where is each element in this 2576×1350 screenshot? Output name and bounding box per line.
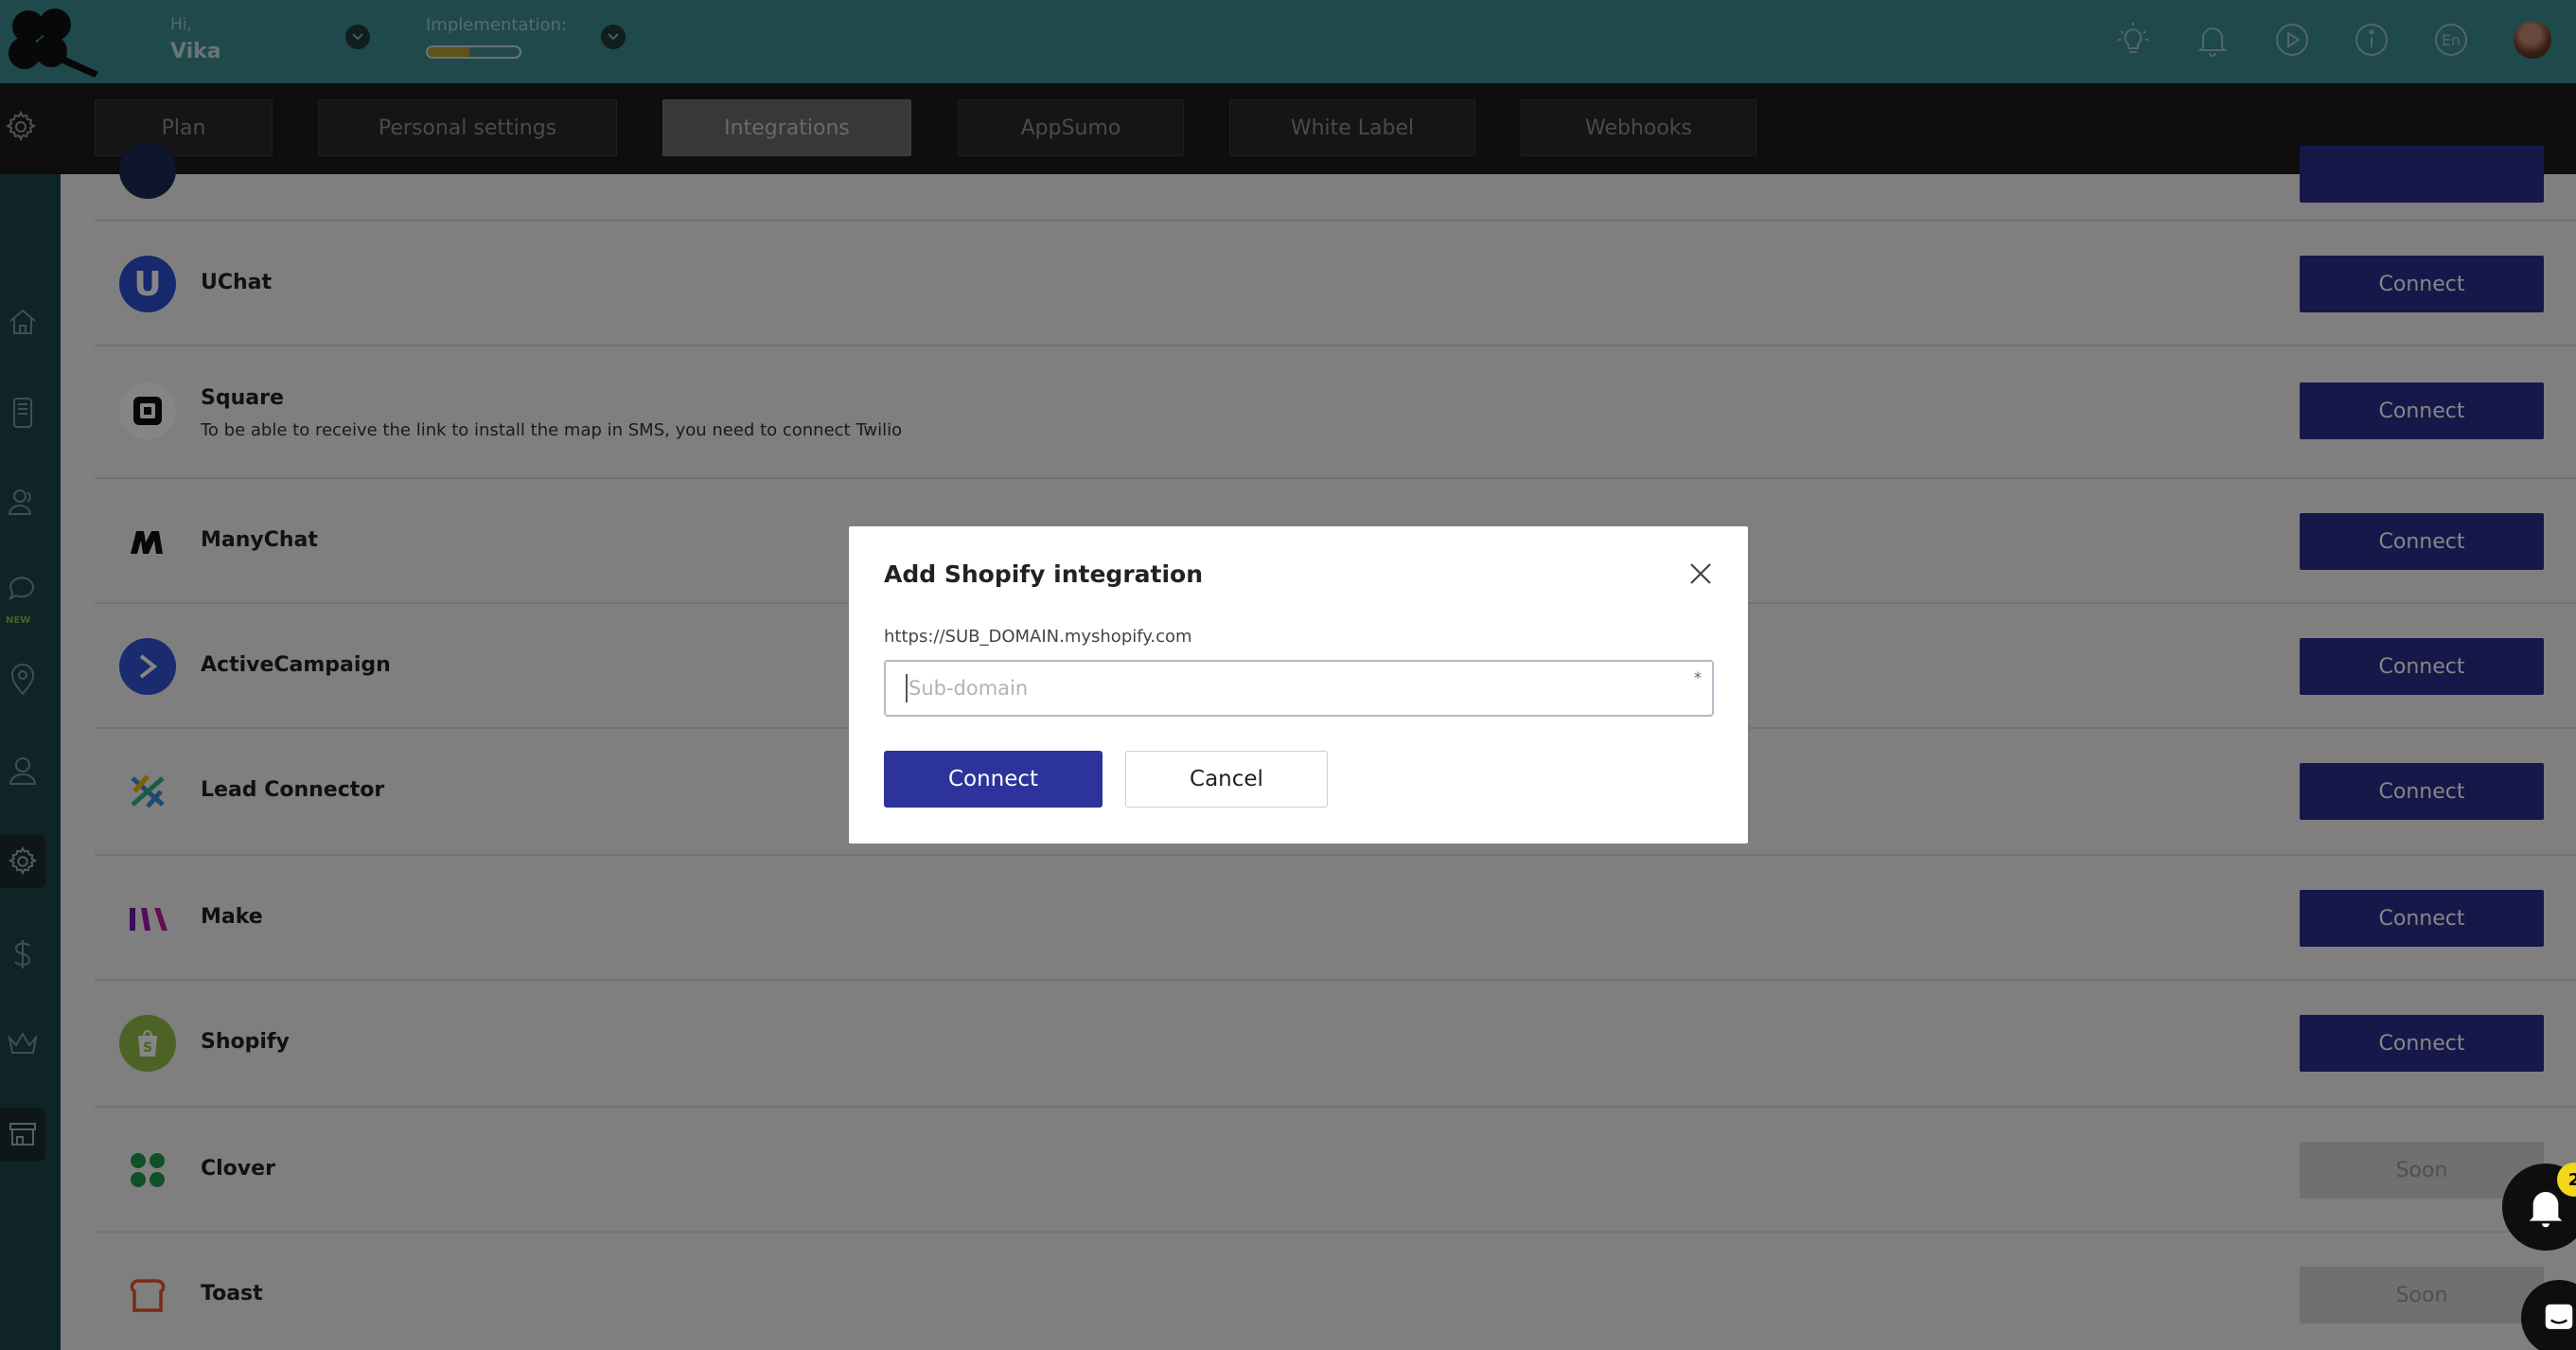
connect-button[interactable]: Connect [884,751,1103,808]
subdomain-hint: https://SUB_DOMAIN.myshopify.com [884,627,1192,647]
close-icon[interactable] [1685,559,1716,589]
required-marker: * [1694,668,1702,686]
text-caret [906,674,908,702]
add-shopify-integration-modal: Add Shopify integration https://SUB_DOMA… [849,526,1748,844]
modal-title: Add Shopify integration [884,560,1204,588]
subdomain-input[interactable] [884,660,1714,717]
cancel-button[interactable]: Cancel [1125,751,1328,808]
